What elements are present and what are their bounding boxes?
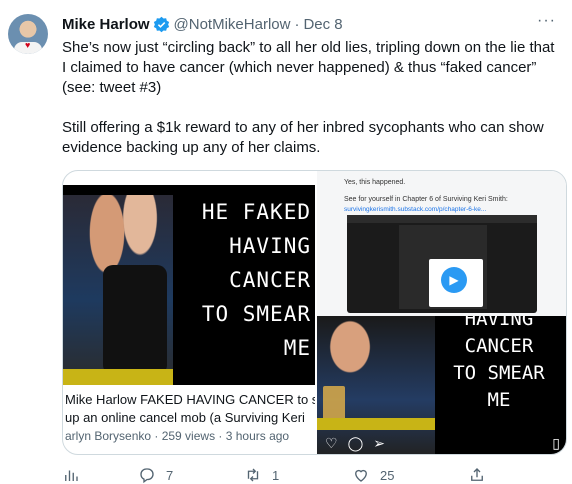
- video-meta: arlyn Borysenko · 259 views · 3 hours ag…: [65, 429, 290, 443]
- more-options-icon[interactable]: ···: [537, 12, 556, 30]
- tweet-header: Mike Harlow @NotMikeHarlow · Dec 8 ···: [62, 12, 560, 34]
- video-title-line-2: up an online cancel mob (a Surviving Ker…: [65, 410, 305, 425]
- analytics-icon: [65, 470, 78, 481]
- screenshot-link: survivingkerismith.substack.com/p/chapte…: [344, 206, 487, 213]
- analytics-button[interactable]: [62, 466, 90, 484]
- screenshot-line-2: See for yourself in Chapter 6 of Survivi…: [344, 196, 508, 203]
- share-button[interactable]: [468, 466, 486, 484]
- verified-badge-icon: [153, 16, 169, 32]
- retweet-button[interactable]: 1: [244, 466, 279, 484]
- thumbnail-text: HE FAKED HAVING CANCER TO SMEAR ME: [201, 200, 311, 360]
- reply-icon: [140, 468, 154, 484]
- like-button[interactable]: 25: [352, 466, 394, 484]
- play-icon: ▶: [441, 267, 467, 293]
- heart-outline-icon[interactable]: ♡: [325, 435, 338, 452]
- screenshot-line-1: Yes, this happened.: [344, 179, 406, 186]
- media-grid: HE FAKED HAVING CANCER TO SMEAR ME Mike …: [62, 170, 567, 455]
- display-name[interactable]: Mike Harlow: [62, 16, 150, 33]
- avatar[interactable]: ♥: [8, 14, 48, 54]
- retweet-count: 1: [272, 467, 280, 483]
- video-preview[interactable]: HAVING CANCER TO SMEAR ME ♡ ◯ ➢ ▯: [317, 316, 566, 454]
- video-overlay-text: HAVING CANCER TO SMEAR ME: [453, 316, 545, 411]
- video-couch: [317, 418, 435, 430]
- screenshot-image[interactable]: Yes, this happened. See for yourself in …: [317, 171, 566, 316]
- send-icon[interactable]: ➢: [373, 435, 385, 452]
- like-icon: [355, 469, 367, 482]
- thumbnail-photo: [63, 195, 173, 385]
- screen-toolbar: [347, 215, 537, 223]
- retweet-icon: [247, 468, 259, 482]
- handle[interactable]: @NotMikeHarlow: [174, 16, 291, 33]
- thumbnail-tee: [103, 265, 167, 375]
- comment-icon[interactable]: ◯: [348, 435, 364, 452]
- tweet-paragraph-1: She’s now just “circling back” to all he…: [62, 39, 555, 96]
- reply-button[interactable]: 7: [138, 466, 173, 484]
- screenshot-screen: ▶: [347, 215, 537, 313]
- youtube-thumbnail[interactable]: HE FAKED HAVING CANCER TO SMEAR ME: [63, 185, 315, 385]
- action-bar: 7 1 25: [62, 466, 512, 484]
- bookmark-icon[interactable]: ▯: [552, 435, 560, 452]
- separator-dot: ·: [294, 15, 300, 33]
- tweet-text: She’s now just “circling back” to all he…: [62, 38, 562, 178]
- video-title-line-1: Mike Harlow FAKED HAVING CANCER to s: [65, 392, 315, 407]
- share-icon: [471, 468, 483, 481]
- heart-icon: ♥: [25, 40, 31, 50]
- reply-count: 7: [166, 467, 174, 483]
- thumbnail-couch: [63, 369, 173, 385]
- video-controls: ♡ ◯ ➢ ▯: [317, 430, 566, 454]
- tweet-paragraph-2: Still offering a $1k reward to any of he…: [62, 119, 544, 156]
- tweet-date[interactable]: Dec 8: [303, 16, 342, 33]
- youtube-caption[interactable]: Mike Harlow FAKED HAVING CANCER to s up …: [63, 391, 315, 445]
- like-count: 25: [380, 467, 395, 483]
